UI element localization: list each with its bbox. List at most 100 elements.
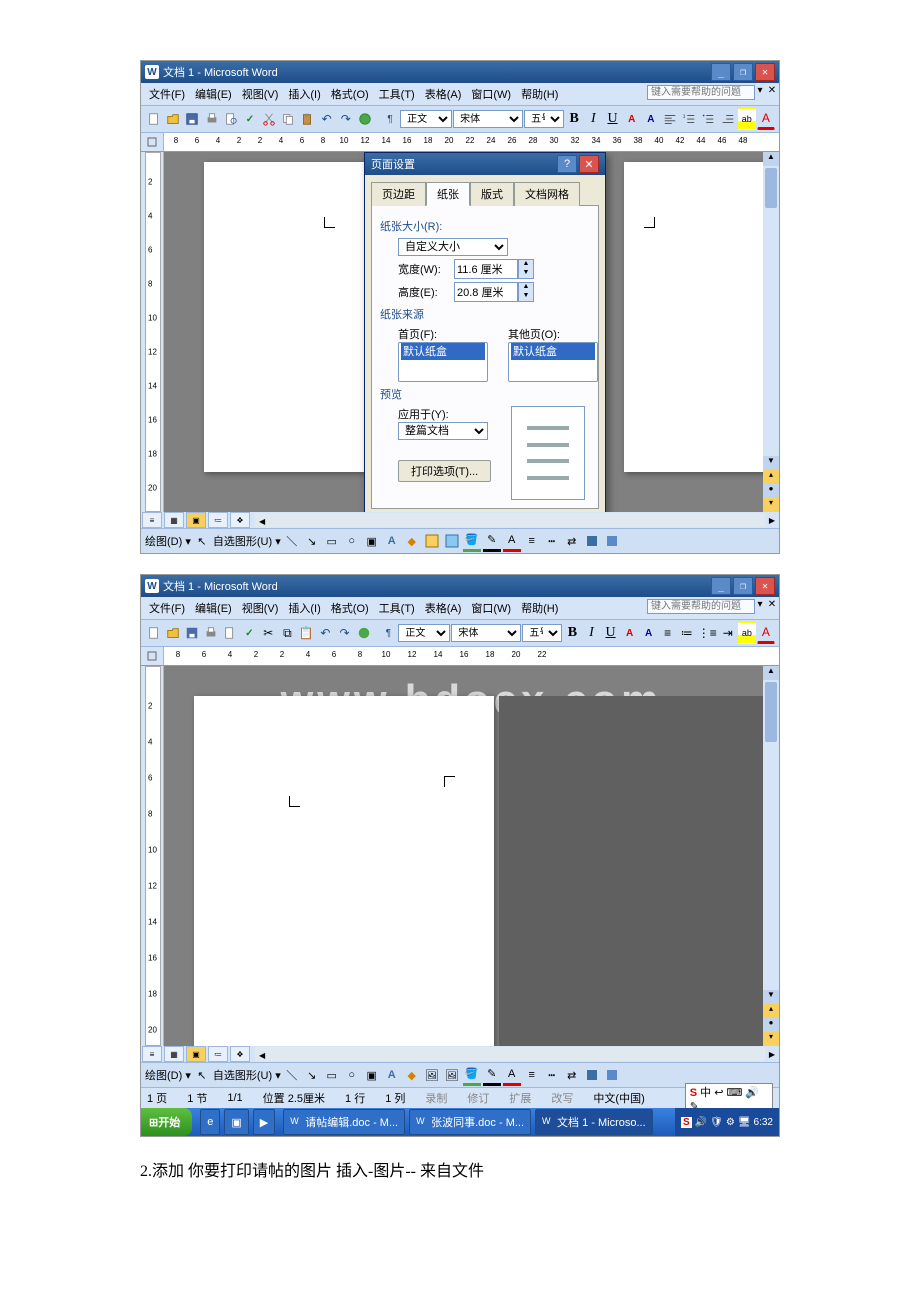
minimize-button[interactable]: _ bbox=[711, 63, 731, 81]
shadow-icon[interactable] bbox=[583, 532, 601, 550]
menu-window[interactable]: 窗口(W) bbox=[467, 84, 515, 104]
normal-view-icon[interactable]: ≡ bbox=[142, 512, 162, 528]
italic-button[interactable]: I bbox=[582, 622, 600, 644]
picture-icon[interactable] bbox=[443, 532, 461, 550]
bullet-list-icon[interactable] bbox=[699, 108, 717, 130]
menu-view[interactable]: 视图(V) bbox=[238, 84, 283, 104]
align-left-icon[interactable]: ≡ bbox=[659, 622, 677, 644]
fill-color-icon[interactable]: 🪣 bbox=[463, 1065, 481, 1086]
rectangle-icon[interactable]: ▭ bbox=[323, 532, 341, 550]
arrow-style-icon[interactable]: ⇄ bbox=[563, 1066, 581, 1084]
scroll-thumb[interactable] bbox=[765, 168, 777, 208]
browse-next-icon[interactable]: ▾ bbox=[763, 1032, 779, 1046]
scroll-thumb[interactable] bbox=[765, 682, 777, 742]
line-icon[interactable]: ＼ bbox=[283, 1066, 301, 1084]
styles-icon[interactable]: ¶ bbox=[381, 108, 399, 130]
print-icon[interactable] bbox=[203, 108, 221, 130]
autoshapes-menu[interactable]: 自选图形(U) ▾ bbox=[213, 1067, 281, 1083]
copy-icon[interactable] bbox=[279, 108, 297, 130]
tab-margins[interactable]: 页边距 bbox=[371, 182, 426, 206]
hyperlink-icon[interactable] bbox=[356, 108, 374, 130]
tray-icon[interactable]: 🛡 bbox=[710, 1117, 723, 1128]
tray-icon[interactable]: ⚙ bbox=[726, 1117, 735, 1128]
ql-desktop-icon[interactable]: ▣ bbox=[224, 1109, 248, 1135]
taskbar-item-2[interactable]: W张波同事.doc - M... bbox=[409, 1109, 531, 1135]
font-color-icon[interactable]: A bbox=[757, 623, 775, 644]
redo-icon[interactable]: ↷ bbox=[337, 108, 355, 130]
align-left-icon[interactable] bbox=[661, 108, 679, 130]
cut-icon[interactable]: ✂ bbox=[259, 622, 277, 644]
preview-icon[interactable] bbox=[222, 108, 240, 130]
clipart-icon[interactable]: 🖼 bbox=[423, 1066, 441, 1084]
style-dropdown[interactable]: 正文 bbox=[400, 110, 452, 128]
redo-icon[interactable]: ↷ bbox=[335, 622, 353, 644]
menu-format[interactable]: 格式(O) bbox=[327, 84, 373, 104]
height-spinner[interactable]: ▲▼ bbox=[454, 282, 534, 302]
numbered-list-icon[interactable]: 1 bbox=[680, 108, 698, 130]
browse-object-icon[interactable]: ● bbox=[763, 484, 779, 498]
reading-view-icon[interactable]: ❖ bbox=[230, 512, 250, 528]
menu-table[interactable]: 表格(A) bbox=[421, 598, 466, 618]
menu-tools[interactable]: 工具(T) bbox=[375, 84, 419, 104]
wordart-icon[interactable]: A bbox=[383, 532, 401, 550]
menu-table[interactable]: 表格(A) bbox=[421, 84, 466, 104]
menu-insert[interactable]: 插入(I) bbox=[284, 598, 324, 618]
scroll-up-icon[interactable]: ▲ bbox=[763, 152, 779, 166]
browse-prev-icon[interactable]: ▴ bbox=[763, 1004, 779, 1018]
system-tray[interactable]: S 🔊 🛡 ⚙ 🖥 6:32 bbox=[675, 1108, 779, 1136]
arrow-style-icon[interactable]: ⇄ bbox=[563, 532, 581, 550]
new-icon[interactable] bbox=[145, 622, 163, 644]
web-view-icon[interactable]: ▦ bbox=[164, 512, 184, 528]
web-view-icon[interactable]: ▦ bbox=[164, 1046, 184, 1062]
wordart-icon[interactable]: A bbox=[383, 1066, 401, 1084]
close-button[interactable]: ✕ bbox=[755, 63, 775, 81]
preview-icon[interactable] bbox=[221, 622, 239, 644]
browse-next-icon[interactable]: ▾ bbox=[763, 498, 779, 512]
draw-menu[interactable]: 绘图(D) ▾ bbox=[145, 1067, 191, 1083]
bullet-list-icon[interactable]: ⋮≡ bbox=[697, 622, 718, 644]
maximize-button[interactable]: ❐ bbox=[733, 63, 753, 81]
print-view-icon[interactable]: ▣ bbox=[186, 1046, 206, 1062]
font-color-icon[interactable]: A bbox=[757, 109, 775, 130]
ql-ie-icon[interactable]: e bbox=[200, 1109, 220, 1135]
restore-button[interactable]: ❐ bbox=[733, 577, 753, 595]
normal-view-icon[interactable]: ≡ bbox=[142, 1046, 162, 1062]
highlight-icon[interactable]: ab bbox=[738, 108, 756, 130]
dialog-close-button[interactable]: ✕ bbox=[579, 155, 599, 173]
size-dropdown[interactable]: 五号 bbox=[524, 110, 564, 128]
menu-file[interactable]: 文件(F) bbox=[145, 84, 189, 104]
browse-prev-icon[interactable]: ▴ bbox=[763, 470, 779, 484]
copy-icon[interactable]: ⧉ bbox=[278, 622, 296, 644]
menu-file[interactable]: 文件(F) bbox=[145, 598, 189, 618]
font-shrink-button[interactable]: A bbox=[642, 108, 660, 130]
underline-button[interactable]: U bbox=[602, 622, 620, 644]
open-icon[interactable] bbox=[164, 108, 182, 130]
document-canvas-2[interactable]: www.bdocx.com ▲ ▼ ▴ ● ▾ bbox=[164, 666, 779, 1046]
dash-style-icon[interactable]: ┅ bbox=[543, 1066, 561, 1084]
open-icon[interactable] bbox=[164, 622, 182, 644]
save-icon[interactable] bbox=[183, 108, 201, 130]
style-dropdown[interactable]: 正文 bbox=[398, 624, 450, 642]
vertical-scrollbar-2[interactable]: ▲ ▼ ▴ ● ▾ bbox=[763, 666, 779, 1046]
textbox-icon[interactable]: ▣ bbox=[363, 1066, 381, 1084]
scroll-down-icon[interactable]: ▼ bbox=[763, 990, 779, 1004]
menu-help[interactable]: 帮助(H) bbox=[517, 598, 562, 618]
line-color-icon[interactable]: ✎ bbox=[483, 531, 501, 552]
indent-icon[interactable] bbox=[718, 108, 736, 130]
first-page-tray[interactable]: 默认纸盒 bbox=[398, 342, 488, 382]
arrow-icon[interactable]: ↘ bbox=[303, 1066, 321, 1084]
styles-icon[interactable]: ¶ bbox=[379, 622, 397, 644]
shadow-icon[interactable] bbox=[583, 1066, 601, 1084]
tab-paper[interactable]: 纸张 bbox=[426, 182, 470, 206]
undo-icon[interactable]: ↶ bbox=[316, 622, 334, 644]
width-input[interactable] bbox=[454, 259, 518, 279]
tray-icon[interactable]: 🔊 bbox=[695, 1117, 707, 1128]
hyperlink-icon[interactable] bbox=[355, 622, 373, 644]
menu-view[interactable]: 视图(V) bbox=[238, 598, 283, 618]
height-input[interactable] bbox=[454, 282, 518, 302]
paper-size-select[interactable]: 自定义大小 bbox=[398, 238, 508, 256]
select-objects-icon[interactable]: ↖ bbox=[193, 1066, 211, 1084]
horizontal-scrollbar-2[interactable]: ◀ bbox=[255, 1047, 765, 1061]
minimize-button[interactable]: _ bbox=[711, 577, 731, 595]
new-icon[interactable] bbox=[145, 108, 163, 130]
